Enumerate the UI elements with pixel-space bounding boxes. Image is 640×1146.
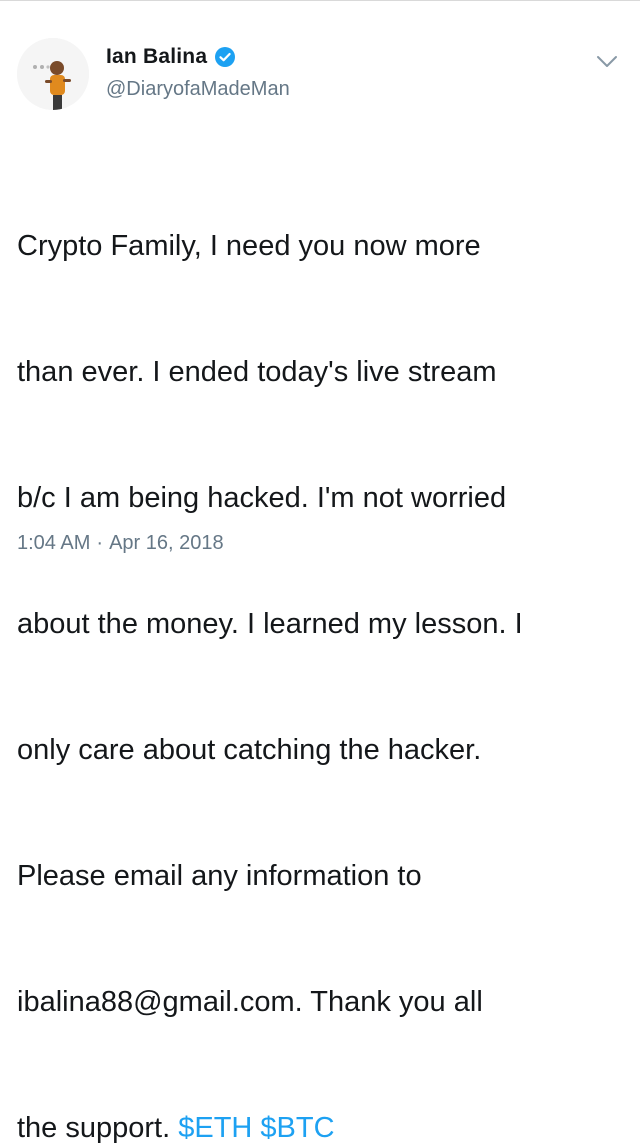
- verified-badge-icon: [215, 47, 236, 67]
- tweet-text-line: Crypto Family, I need you now more: [17, 230, 481, 262]
- author-name-row: Ian Balina: [106, 45, 236, 69]
- avatar[interactable]: [17, 38, 89, 110]
- tweet-text-line: Please email any information to: [17, 860, 422, 892]
- tweet-text-line: the support.: [17, 1112, 179, 1144]
- tweet-text-line: about the money. I learned my lesson. I: [17, 608, 523, 640]
- tweet-text-last-line: the support. $ETH $BTC: [17, 1107, 617, 1146]
- timestamp-date: Apr 16, 2018: [109, 532, 224, 554]
- timestamp-separator: ·: [96, 532, 104, 554]
- tweet-text-line: b/c I am being hacked. I'm not worried: [17, 482, 507, 514]
- timestamp-time: 1:04 AM: [17, 532, 91, 554]
- top-divider: [0, 0, 640, 7]
- tweet-text-line: than ever. I ended today's live stream: [17, 356, 497, 388]
- tweet-timestamp[interactable]: 1:04 AM · Apr 16, 2018: [17, 532, 224, 555]
- tweet-text-line: ibalina88@gmail.com. Thank you all: [17, 986, 483, 1018]
- cashtag-eth-link[interactable]: $ETH: [178, 1112, 252, 1144]
- tweet-text: Crypto Family, I need you now more than …: [17, 141, 617, 1146]
- author-handle[interactable]: @DiaryofaMadeMan: [106, 78, 290, 101]
- author-display-name[interactable]: Ian Balina: [106, 45, 207, 69]
- avatar-image: [17, 38, 89, 110]
- cashtag-btc-link[interactable]: $BTC: [260, 1112, 334, 1144]
- chevron-down-icon[interactable]: [595, 52, 619, 72]
- tweet-text-line: only care about catching the hacker.: [17, 734, 482, 766]
